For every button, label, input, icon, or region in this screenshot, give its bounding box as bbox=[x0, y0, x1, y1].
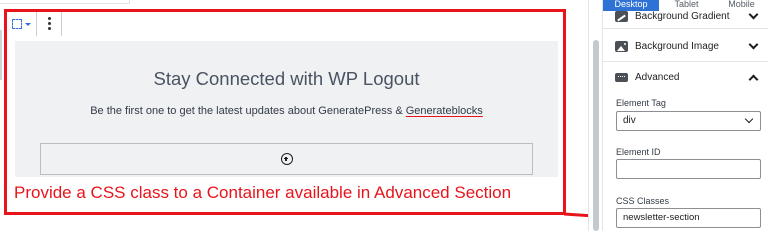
chevron-down-icon bbox=[744, 114, 754, 124]
block-title[interactable]: Stay Connected with WP Logout bbox=[15, 68, 558, 90]
section-background-gradient[interactable]: Background Gradient bbox=[603, 4, 768, 29]
section-label: Background Image bbox=[635, 40, 719, 52]
element-tag-label: Element Tag bbox=[616, 98, 666, 108]
block-subtitle[interactable]: Be the first one to get the latest updat… bbox=[15, 105, 558, 117]
css-classes-label: CSS Classes bbox=[616, 196, 670, 206]
chevron-up-icon bbox=[748, 74, 759, 85]
block-inserter-button[interactable] bbox=[40, 143, 533, 175]
scrollbar-thumb[interactable] bbox=[593, 40, 599, 231]
element-tag-select[interactable]: div bbox=[616, 111, 761, 131]
section-label: Background Gradient bbox=[635, 10, 730, 22]
gradient-icon bbox=[615, 10, 628, 22]
block-subtitle-text: Be the first one to get the latest updat… bbox=[90, 105, 406, 117]
css-classes-input[interactable]: newsletter-section bbox=[616, 208, 761, 228]
element-id-label: Element ID bbox=[616, 147, 661, 157]
plus-circle-icon bbox=[280, 153, 293, 165]
settings-panel: Desktop Tablet Mobile Background Gradien… bbox=[602, 0, 768, 231]
more-options-icon bbox=[47, 17, 51, 30]
section-label: Advanced bbox=[635, 72, 680, 83]
left-edge bbox=[0, 30, 2, 80]
chevron-down-icon bbox=[748, 39, 759, 49]
block-toolbar bbox=[6, 10, 564, 36]
image-icon bbox=[615, 40, 628, 52]
section-advanced[interactable]: Advanced bbox=[603, 62, 768, 93]
annotation-text: Provide a CSS class to a Container avail… bbox=[14, 183, 512, 202]
chevron-down-icon bbox=[748, 9, 759, 19]
select-parent-icon bbox=[12, 18, 22, 29]
more-options-button[interactable] bbox=[37, 11, 62, 36]
select-parent-button[interactable] bbox=[7, 11, 37, 36]
editor-screen: Stay Connected with WP Logout Be the fir… bbox=[0, 0, 768, 231]
editor-scrollbar[interactable] bbox=[588, 0, 602, 231]
top-strip bbox=[0, 0, 130, 4]
block-subtitle-link: Generateblocks bbox=[405, 105, 483, 117]
element-tag-value: div bbox=[623, 115, 636, 126]
advanced-icon bbox=[615, 73, 628, 82]
element-id-input[interactable] bbox=[616, 159, 761, 179]
caret-down-icon bbox=[25, 23, 31, 26]
section-background-image[interactable]: Background Image bbox=[603, 31, 768, 62]
